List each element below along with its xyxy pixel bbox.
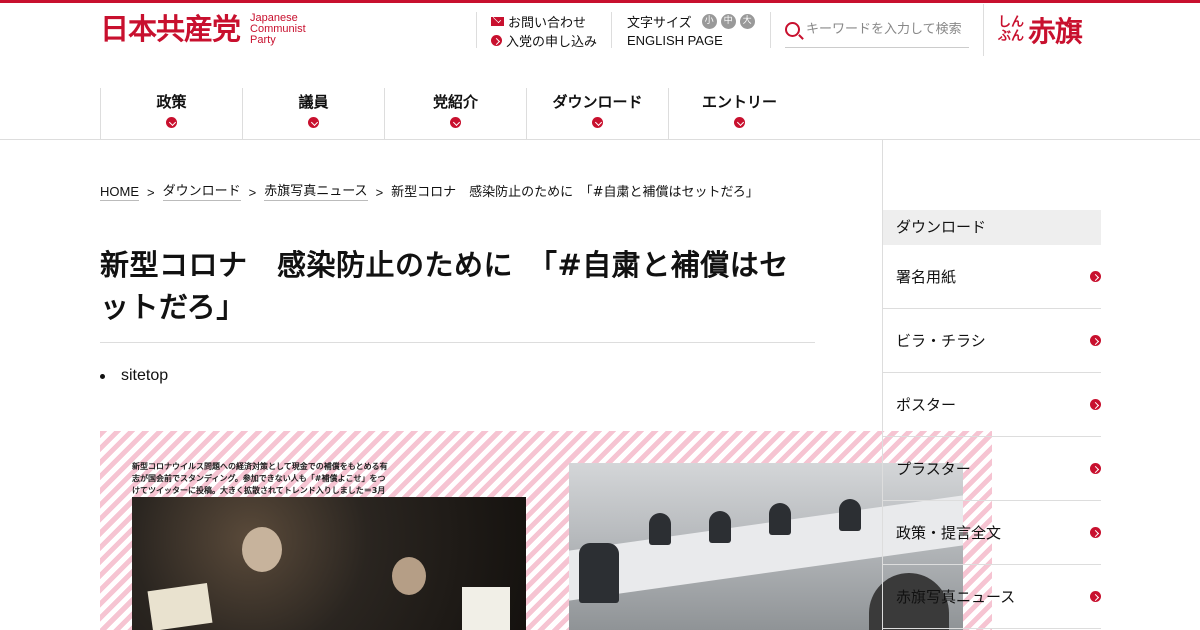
breadcrumb-download[interactable]: ダウンロード <box>162 184 241 201</box>
main-nav: 政策 議員 党紹介 ダウンロード エントリー <box>100 88 810 139</box>
arrow-right-icon <box>1090 399 1101 410</box>
font-size-label: 文字サイズ <box>627 16 692 31</box>
sidebar-item-plasters[interactable]: プラスター <box>883 437 1101 501</box>
font-size-large-button[interactable]: 大 <box>739 14 755 29</box>
bullet-icon <box>100 373 105 379</box>
page-title: 新型コロナ 感染防止のために 「#自粛と補償はセットだろ」 <box>100 248 789 324</box>
english-page-link[interactable]: ENGLISH PAGE <box>627 31 755 50</box>
chevron-down-icon <box>450 117 461 128</box>
site-logo[interactable]: 日本共産党 Japanese Communist Party <box>100 12 306 46</box>
breadcrumb-separator: > <box>248 185 257 200</box>
arrow-right-icon <box>1090 271 1101 282</box>
sidebar-item-policy-full[interactable]: 政策・提言全文 <box>883 501 1101 565</box>
breadcrumb-separator: > <box>147 185 155 200</box>
search-area <box>770 12 969 48</box>
breadcrumb-home[interactable]: HOME <box>100 184 139 201</box>
logo-japanese: 日本共産党 <box>100 12 241 46</box>
search-box <box>785 12 969 48</box>
search-input[interactable] <box>806 22 966 37</box>
header-links: お問い合わせ 入党の申し込み <box>476 12 597 50</box>
top-accent-line <box>0 0 1200 3</box>
sidebar-heading: ダウンロード <box>883 210 1101 245</box>
arrow-right-icon <box>1090 463 1101 474</box>
sitetop-list-item[interactable]: sitetop <box>100 367 168 385</box>
photo-protest <box>132 497 526 630</box>
nav-item-policy[interactable]: 政策 <box>100 88 242 139</box>
logo-english: Japanese Communist Party <box>250 11 306 46</box>
arrow-right-icon <box>491 35 502 46</box>
nav-item-about[interactable]: 党紹介 <box>384 88 526 139</box>
akahata-small-text: しんぶん <box>998 15 1025 44</box>
breadcrumb-separator: > <box>375 185 384 200</box>
photo-news-image[interactable]: 新型コロナウイルス問題への経済対策として現金での補償をもとめる有志が国会前でスタ… <box>100 431 992 630</box>
chevron-down-icon <box>166 117 177 128</box>
title-divider <box>100 342 815 343</box>
akahata-logo[interactable]: しんぶん 赤旗 <box>983 4 1083 56</box>
sidebar-item-flyers[interactable]: ビラ・チラシ <box>883 309 1101 373</box>
mail-icon <box>491 17 504 26</box>
breadcrumb-current: 新型コロナ 感染防止のために 「#自粛と補償はセットだろ」 <box>391 184 759 200</box>
sidebar-item-petition[interactable]: 署名用紙 <box>883 245 1101 309</box>
chevron-down-icon <box>734 117 745 128</box>
nav-item-members[interactable]: 議員 <box>242 88 384 139</box>
chevron-down-icon <box>308 117 319 128</box>
breadcrumb-news[interactable]: 赤旗写真ニュース <box>264 184 368 201</box>
font-size-controls: 文字サイズ 小 中 大 ENGLISH PAGE <box>611 12 755 48</box>
sidebar: ダウンロード 署名用紙 ビラ・チラシ ポスター プラスター 政策・提言全文 赤旗… <box>882 140 1101 630</box>
font-size-small-button[interactable]: 小 <box>701 14 717 29</box>
nav-item-download[interactable]: ダウンロード <box>526 88 668 139</box>
contact-link[interactable]: お問い合わせ <box>491 12 597 31</box>
akahata-big-text: 赤旗 <box>1028 15 1083 48</box>
chevron-down-icon <box>592 117 603 128</box>
join-link[interactable]: 入党の申し込み <box>491 31 597 50</box>
sidebar-item-posters[interactable]: ポスター <box>883 373 1101 437</box>
nav-item-entry[interactable]: エントリー <box>668 88 810 139</box>
sidebar-item-photo-news[interactable]: 赤旗写真ニュース <box>883 565 1101 629</box>
font-size-medium-button[interactable]: 中 <box>720 14 736 29</box>
arrow-right-icon <box>1090 527 1101 538</box>
breadcrumb: HOME > ダウンロード > 赤旗写真ニュース > 新型コロナ 感染防止のため… <box>100 184 759 201</box>
arrow-right-icon <box>1090 335 1101 346</box>
search-icon[interactable] <box>785 22 800 37</box>
arrow-right-icon <box>1090 591 1101 602</box>
